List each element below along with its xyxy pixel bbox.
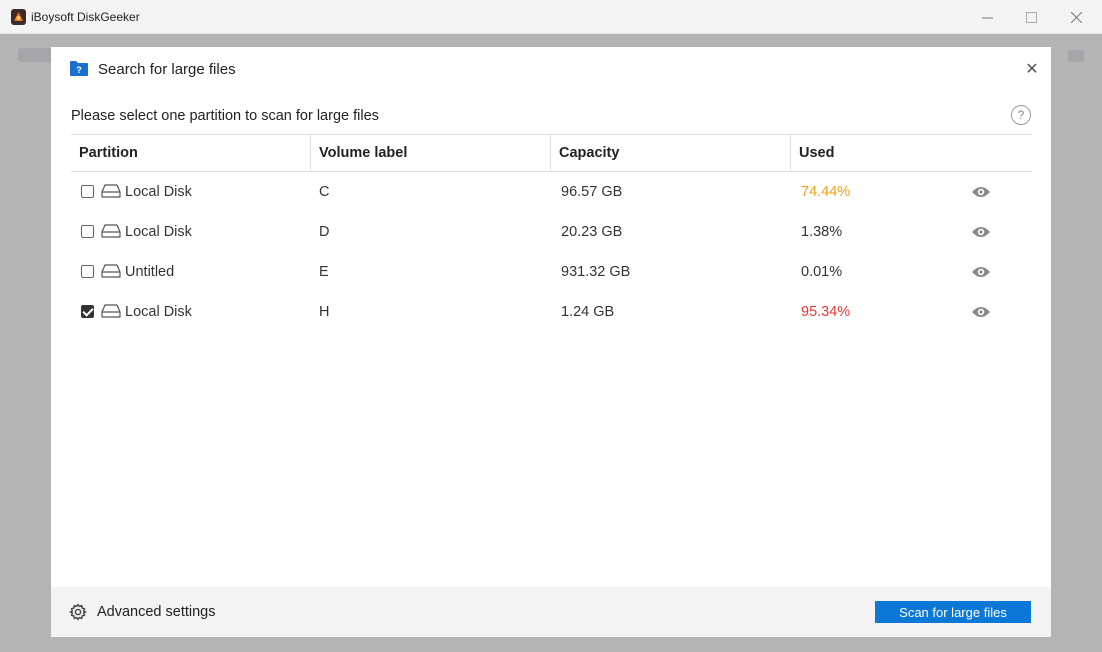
- hard-disk-icon: [101, 224, 121, 238]
- help-button[interactable]: ?: [1011, 105, 1031, 125]
- used-percentage: 1.38%: [801, 224, 843, 240]
- used-percentage: 95.34%: [801, 304, 851, 320]
- scan-for-large-files-button[interactable]: Scan for large files: [875, 601, 1031, 623]
- eye-icon[interactable]: [971, 305, 991, 319]
- dialog-prompt: Please select one partition to scan for …: [71, 108, 379, 124]
- column-header-partition[interactable]: Partition: [71, 135, 311, 172]
- table-header: Partition Volume label Capacity Used: [71, 135, 1032, 172]
- maximize-button[interactable]: [1008, 0, 1054, 34]
- minimize-icon: [981, 17, 993, 18]
- window-close-button[interactable]: [1053, 0, 1099, 34]
- used-percentage: 74.44%: [801, 184, 851, 200]
- table-row[interactable]: Local Disk D 20.23 GB 1.38%: [71, 212, 1032, 252]
- volume-label: H: [319, 304, 330, 320]
- table-body: Local Disk C 96.57 GB 74.44% Local Disk …: [71, 172, 1032, 332]
- capacity-value: 96.57 GB: [561, 184, 623, 200]
- volume-label: E: [319, 264, 329, 280]
- column-header-volume-label[interactable]: Volume label: [311, 135, 551, 172]
- eye-icon[interactable]: [971, 265, 991, 279]
- partition-checkbox[interactable]: [81, 225, 94, 238]
- partition-checkbox[interactable]: [81, 265, 94, 278]
- dialog-close-button[interactable]: ✕: [1022, 59, 1042, 79]
- app-logo-icon: [11, 9, 26, 25]
- partition-table: Partition Volume label Capacity Used Loc…: [71, 134, 1032, 332]
- eye-icon[interactable]: [971, 225, 991, 239]
- column-header-used[interactable]: Used: [791, 135, 1032, 172]
- close-icon: [1070, 11, 1082, 23]
- capacity-value: 1.24 GB: [561, 304, 615, 320]
- partition-name: Local Disk: [125, 224, 192, 240]
- maximize-icon: [1025, 11, 1037, 23]
- table-row[interactable]: Local Disk C 96.57 GB 74.44%: [71, 172, 1032, 212]
- help-icon: ?: [1017, 108, 1025, 122]
- large-files-dialog: ? Search for large files ✕ Please select…: [51, 47, 1051, 637]
- hard-disk-icon: [101, 304, 121, 318]
- table-row[interactable]: Untitled E 931.32 GB 0.01%: [71, 252, 1032, 292]
- volume-label: D: [319, 224, 330, 240]
- hard-disk-icon: [101, 264, 121, 278]
- minimize-button[interactable]: [964, 0, 1010, 34]
- partition-checkbox[interactable]: [81, 305, 94, 318]
- dialog-footer: Advanced settings Scan for large files: [51, 587, 1051, 637]
- used-percentage: 0.01%: [801, 264, 843, 280]
- close-icon: ✕: [1025, 61, 1039, 78]
- column-header-capacity[interactable]: Capacity: [551, 135, 791, 172]
- volume-label: C: [319, 184, 330, 200]
- hard-disk-icon: [101, 184, 121, 198]
- capacity-value: 931.32 GB: [561, 264, 631, 280]
- table-row[interactable]: Local Disk H 1.24 GB 95.34%: [71, 292, 1032, 332]
- svg-text:?: ?: [76, 65, 82, 75]
- window-titlebar: iBoysoft DiskGeeker: [0, 0, 1102, 34]
- gear-icon[interactable]: [69, 603, 87, 621]
- partition-checkbox[interactable]: [81, 185, 94, 198]
- partition-name: Untitled: [125, 264, 175, 280]
- folder-question-icon: ?: [70, 61, 88, 76]
- eye-icon[interactable]: [971, 185, 991, 199]
- window-title: iBoysoft DiskGeeker: [31, 10, 140, 24]
- advanced-settings-link[interactable]: Advanced settings: [97, 604, 216, 620]
- partition-name: Local Disk: [125, 304, 192, 320]
- partition-name: Local Disk: [125, 184, 192, 200]
- capacity-value: 20.23 GB: [561, 224, 623, 240]
- dialog-title: Search for large files: [98, 61, 236, 78]
